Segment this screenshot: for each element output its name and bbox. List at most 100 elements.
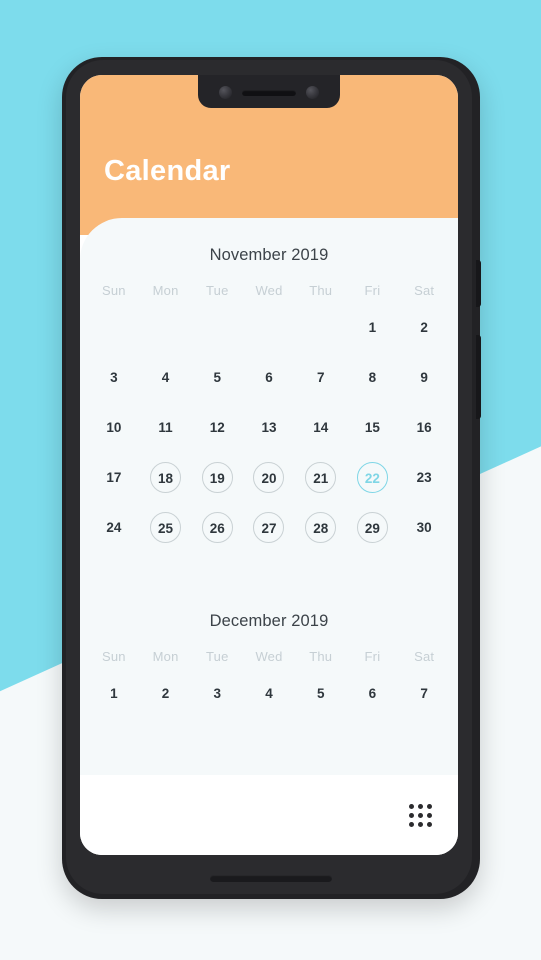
day-cell: 6: [347, 672, 399, 714]
day-cell-date[interactable]: 15: [357, 412, 388, 443]
day-cell-date[interactable]: 7: [305, 362, 336, 393]
day-cell-date[interactable]: 6: [253, 362, 284, 393]
day-cell-date[interactable]: 7: [409, 678, 440, 709]
day-cell-empty: [150, 312, 181, 343]
earpiece-speaker: [242, 90, 296, 96]
weekday-label: Sat: [414, 649, 435, 664]
day-cell-date[interactable]: 17: [98, 462, 129, 493]
day-cell: 1: [347, 306, 399, 348]
day-cell-date[interactable]: 25: [150, 511, 182, 543]
grid-dot: [409, 821, 414, 827]
day-cell: [88, 306, 140, 348]
day-cell: 6: [243, 356, 295, 398]
month-title: November 2019: [209, 246, 329, 264]
day-cell-date[interactable]: 1: [98, 678, 129, 709]
weekday-header-row: Sun Mon Tue Wed Thu Fri Sat: [80, 649, 458, 664]
day-cell-date[interactable]: 18: [150, 461, 182, 493]
grid-dot: [418, 803, 423, 809]
day-cell: 7: [295, 356, 347, 398]
day-cell-empty: [305, 312, 336, 343]
day-cell-empty: [202, 312, 233, 343]
day-cell: 29: [347, 506, 399, 548]
day-cell: 19: [191, 456, 243, 498]
day-cell: 2: [398, 306, 450, 348]
day-cell: 26: [191, 506, 243, 548]
day-cell: 5: [295, 672, 347, 714]
day-cell-date[interactable]: 10: [98, 412, 129, 443]
day-cell-date[interactable]: 2: [409, 312, 440, 343]
day-cell: 15: [347, 406, 399, 448]
weekday-label: Tue: [206, 283, 229, 298]
day-cell: 16: [398, 406, 450, 448]
week-row: 10 11 12 13 14 15 16: [80, 406, 458, 448]
day-cell-date[interactable]: 5: [202, 362, 233, 393]
day-cell-date[interactable]: 26: [201, 511, 233, 543]
day-cell-date[interactable]: 28: [305, 511, 337, 543]
day-cell: 9: [398, 356, 450, 398]
week-row: 17 18 19 20 21 22 23: [80, 456, 458, 498]
day-cell-date[interactable]: 4: [150, 362, 181, 393]
day-cell-empty: [98, 312, 129, 343]
weekday-label: Fri: [364, 283, 381, 298]
weekday-label: Sun: [101, 649, 126, 664]
week-row: 1234567: [80, 672, 458, 714]
bottom-speaker-grille: [210, 875, 332, 882]
day-cell-date[interactable]: 2: [150, 678, 181, 709]
day-cell-date[interactable]: 21: [305, 461, 337, 493]
day-cell-empty: [253, 312, 284, 343]
week-row: 12: [80, 306, 458, 348]
day-cell: 14: [295, 406, 347, 448]
day-cell: 12: [191, 406, 243, 448]
calendar-card: November 2019 Sun Mon Tue Wed Thu Fri Sat 1 2 3 4 5 6…: [80, 218, 458, 855]
day-cell: 5: [191, 356, 243, 398]
day-cell-date[interactable]: 13: [253, 412, 284, 443]
month-section: November 2019 Sun Mon Tue Wed Thu Fri Sat 1 2 3 4 5 6…: [80, 218, 458, 548]
day-cell-date[interactable]: 11: [150, 412, 181, 443]
weekday-label: Tue: [206, 649, 229, 664]
day-cell-date[interactable]: 4: [253, 678, 284, 709]
day-cell-date[interactable]: 3: [202, 678, 233, 709]
day-cell-date[interactable]: 20: [253, 461, 285, 493]
day-cell-date[interactable]: 5: [305, 678, 336, 709]
day-cell-selected[interactable]: 22: [356, 461, 388, 493]
day-cell: 28: [295, 506, 347, 548]
day-cell: [140, 306, 192, 348]
day-cell: 11: [140, 406, 192, 448]
weekday-label: Sat: [414, 283, 435, 298]
day-cell-date[interactable]: 19: [201, 461, 233, 493]
month-title: December 2019: [209, 612, 329, 630]
week-row: 3456789: [80, 356, 458, 398]
day-cell-date[interactable]: 16: [409, 412, 440, 443]
day-cell-date[interactable]: 30: [409, 512, 440, 543]
day-cell: 3: [191, 672, 243, 714]
day-cell: 4: [243, 672, 295, 714]
day-cell-date[interactable]: 24: [98, 512, 129, 543]
day-cell-date[interactable]: 29: [356, 511, 388, 543]
power-button[interactable]: [476, 260, 481, 307]
sensor-icon: [306, 86, 319, 99]
day-cell-date[interactable]: 3: [98, 362, 129, 393]
weekday-label: Fri: [364, 649, 381, 664]
bottom-navigation-bar: [80, 775, 458, 855]
grid-dot: [409, 812, 414, 818]
weekday-label: Wed: [255, 649, 283, 664]
day-cell-date[interactable]: 1: [357, 312, 388, 343]
volume-button[interactable]: [476, 335, 481, 419]
day-cell: [295, 306, 347, 348]
day-cell-date[interactable]: 9: [409, 362, 440, 393]
grid-dot: [418, 812, 423, 818]
grid-dot: [427, 812, 432, 818]
day-cell-date[interactable]: 6: [357, 678, 388, 709]
day-cell-date[interactable]: 8: [357, 362, 388, 393]
day-cell-date[interactable]: 12: [202, 412, 233, 443]
day-cell-date[interactable]: 27: [253, 511, 285, 543]
day-cell: 2: [140, 672, 192, 714]
weekday-header-row: Sun Mon Tue Wed Thu Fri Sat: [80, 283, 458, 298]
day-cell-date[interactable]: 23: [409, 462, 440, 493]
day-cell: 13: [243, 406, 295, 448]
day-cell: 22: [347, 456, 399, 498]
day-cell: 7: [398, 672, 450, 714]
apps-grid-icon[interactable]: [409, 803, 432, 827]
day-cell-date[interactable]: 14: [305, 412, 336, 443]
day-cell: 24: [88, 506, 140, 548]
